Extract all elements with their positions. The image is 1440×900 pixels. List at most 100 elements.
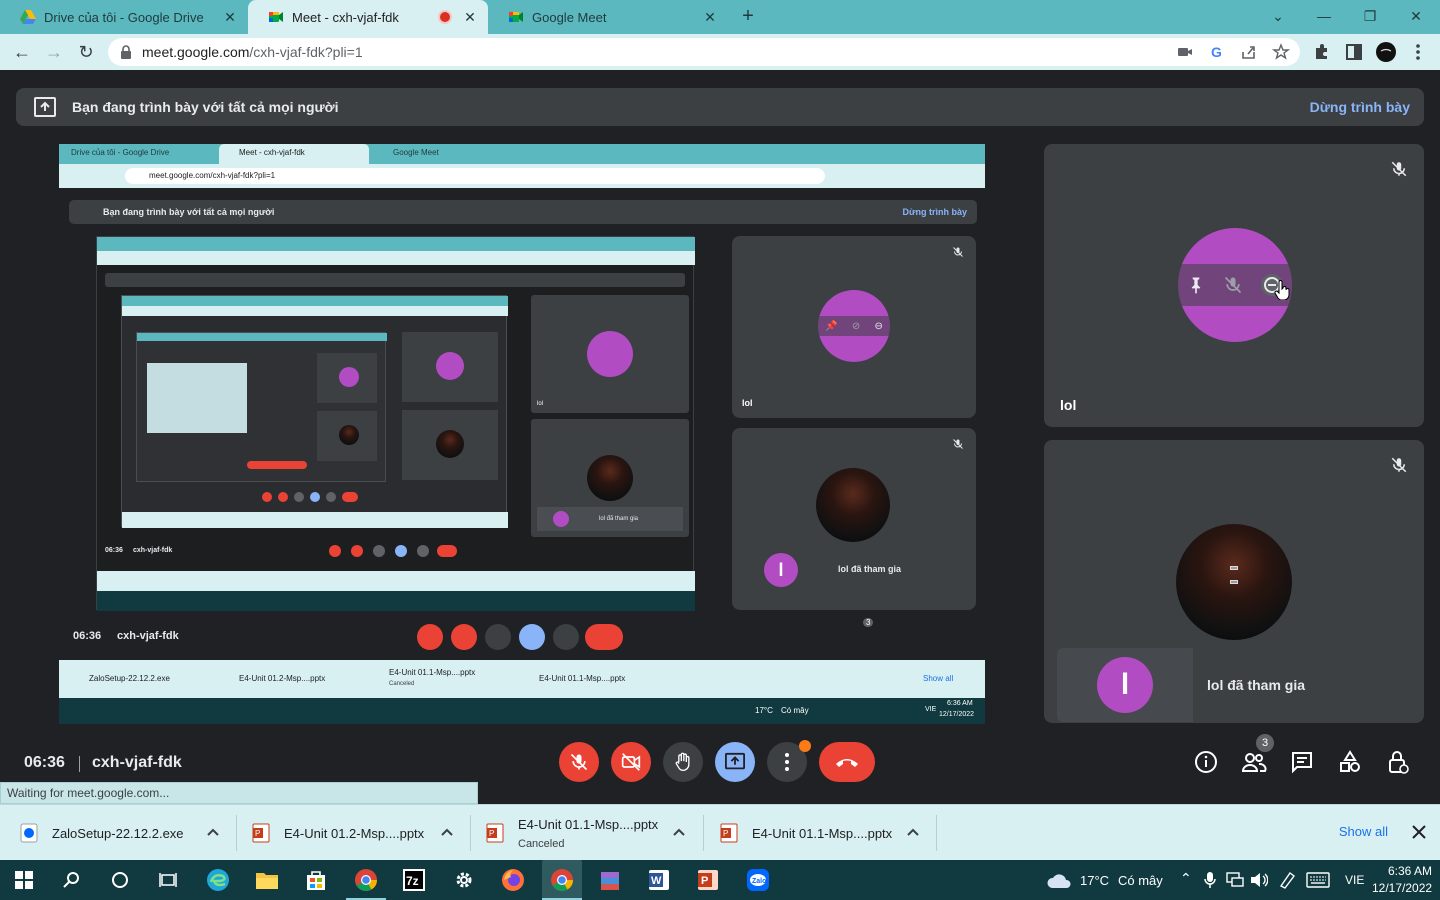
svg-text:P: P (723, 829, 728, 838)
share-icon[interactable] (1240, 43, 1258, 61)
chevron-up-icon[interactable] (906, 825, 920, 839)
nested2-banner (105, 273, 685, 287)
nested3-toolbar (122, 306, 508, 316)
firefox-icon[interactable] (499, 866, 527, 894)
close-tab-icon[interactable]: ✕ (702, 9, 718, 25)
winrar-icon[interactable] (596, 866, 624, 894)
camera-toggle-button[interactable] (611, 742, 651, 782)
nested3-downloads (122, 512, 508, 528)
microphone-toggle-button[interactable] (559, 742, 599, 782)
participant-tile-space[interactable]: l lol đã tham gia (1044, 440, 1424, 723)
7zip-icon[interactable]: 7z (400, 866, 428, 894)
volume-icon[interactable] (1250, 872, 1268, 888)
meeting-details-button[interactable] (1192, 748, 1220, 776)
zalo-icon[interactable]: Zalo (744, 866, 772, 894)
bookmark-star-icon[interactable] (1272, 43, 1290, 61)
clock-date[interactable]: 12/17/2022 (1372, 881, 1432, 895)
chrome-active-window[interactable] (542, 860, 582, 900)
tab-google-meet[interactable]: Google Meet ✕ (488, 0, 728, 34)
side-panel-icon[interactable] (1344, 42, 1364, 62)
microphone-tray-icon[interactable] (1204, 871, 1216, 889)
more-options-button[interactable] (767, 740, 811, 782)
windows-start-icon[interactable] (10, 866, 38, 894)
tab-meet-active[interactable]: Meet - cxh-vjaf-fdk ✕ (248, 0, 488, 34)
nested-stop-presenting: Dừng trình bày (902, 207, 967, 217)
settings-gear-icon[interactable] (450, 866, 478, 894)
participant-tile-lol[interactable]: lol (1044, 144, 1424, 427)
download-status: Canceled (518, 837, 565, 850)
host-lock-icon (1389, 751, 1409, 774)
word-icon[interactable]: W (645, 866, 673, 894)
nested-presenting-text: Bạn đang trình bày với tất cả mọi người (103, 207, 275, 217)
host-controls-button[interactable] (1384, 748, 1412, 776)
more-options-icon[interactable] (1408, 42, 1428, 62)
show-hidden-icons-chevron-icon[interactable]: ⌃ (1180, 870, 1192, 887)
download-item[interactable]: ZaloSetup-22.12.2.exe (20, 805, 232, 861)
camera-in-use-icon[interactable] (1176, 43, 1194, 61)
download-item[interactable]: P E4-Unit 01.2-Msp....pptx (252, 805, 464, 861)
download-filename: E4-Unit 01.1-Msp....pptx (752, 825, 893, 841)
weather-temperature[interactable]: 17°C (1080, 873, 1109, 888)
nested3-present-btn (310, 492, 320, 502)
stop-presenting-button[interactable]: Dừng trình bày (1310, 99, 1410, 115)
google-translate-icon[interactable]: G (1208, 43, 1226, 61)
activities-button[interactable] (1336, 748, 1364, 776)
extensions-puzzle-icon[interactable] (1312, 42, 1332, 62)
tab-title: Drive của tôi - Google Drive (44, 9, 204, 25)
close-downloads-icon[interactable] (1410, 823, 1428, 841)
nested-shared-screen: lol lol đã tham gia 06:36 cxh-vjaf-fdk (96, 236, 695, 611)
mute-participant-icon[interactable] (1223, 275, 1243, 295)
forward-arrow-icon[interactable]: → (42, 40, 66, 64)
microsoft-store-icon[interactable] (302, 866, 330, 894)
pptx-file-icon: P (252, 823, 270, 843)
address-bar[interactable]: meet.google.com/cxh-vjaf-fdk?pli=1 G (108, 38, 1300, 66)
shared-screen: Drive của tôi - Google Drive Meet - cxh-… (59, 144, 985, 724)
powerpoint-icon[interactable]: P (694, 866, 722, 894)
new-tab-button[interactable]: + (736, 5, 760, 27)
chat-button[interactable] (1288, 748, 1316, 776)
edge-browser-icon[interactable] (204, 866, 232, 894)
chevron-up-icon[interactable] (440, 825, 454, 839)
people-button[interactable]: 3 (1240, 734, 1274, 776)
cortana-icon[interactable] (106, 866, 134, 894)
lock-icon[interactable] (120, 45, 132, 59)
chevron-up-icon[interactable] (206, 825, 220, 839)
chevron-up-icon[interactable] (672, 825, 686, 839)
network-icon[interactable] (1226, 872, 1244, 888)
search-icon[interactable] (58, 866, 86, 894)
raise-hand-button[interactable] (663, 742, 703, 782)
download-item[interactable]: P E4-Unit 01.1-Msp....pptx (720, 805, 932, 861)
people-icon (1241, 753, 1267, 772)
minimize-window-icon[interactable]: — (1312, 5, 1336, 27)
back-arrow-icon[interactable]: ← (10, 40, 34, 64)
present-now-button[interactable] (715, 742, 755, 782)
chrome-icon[interactable] (352, 866, 380, 894)
input-language[interactable]: VIE (1345, 873, 1364, 887)
task-view-icon[interactable] (154, 866, 182, 894)
weather-condition[interactable]: Có mây (1118, 873, 1163, 888)
reload-icon[interactable]: ↻ (74, 40, 98, 64)
file-explorer-icon[interactable] (253, 866, 281, 894)
tab-search-chevron-icon[interactable]: ⌄ (1266, 5, 1290, 27)
restore-window-icon[interactable]: ❐ (1358, 5, 1382, 27)
remove-icon: ⊖ (874, 320, 883, 332)
touch-keyboard-icon[interactable] (1306, 872, 1330, 888)
profile-avatar[interactable] (1376, 42, 1396, 62)
weather-cloud-icon[interactable] (1046, 872, 1074, 890)
show-all-downloads-link[interactable]: Show all (1339, 824, 1388, 839)
meet-stage: Bạn đang trình bày với tất cả mọi người … (0, 70, 1440, 810)
pin-icon[interactable] (1186, 275, 1206, 295)
pen-ink-icon[interactable] (1278, 871, 1296, 889)
tab-google-drive[interactable]: Drive của tôi - Google Drive ✕ (0, 0, 248, 34)
clock-time[interactable]: 6:36 AM (1380, 864, 1432, 878)
close-window-icon[interactable]: ✕ (1404, 5, 1428, 27)
notification-dot-icon (799, 740, 811, 752)
close-tab-icon[interactable]: ✕ (222, 9, 238, 25)
nested-dl-2: E4-Unit 01.2-Msp....pptx (239, 674, 326, 683)
close-tab-icon[interactable]: ✕ (462, 9, 478, 25)
nested-tile-lol: 📌 ⊘ ⊖ lol (732, 236, 976, 418)
raise-hand-icon (675, 752, 690, 772)
download-item[interactable]: P E4-Unit 01.1-Msp....pptx Canceled (486, 805, 698, 861)
leave-call-button[interactable] (819, 742, 875, 782)
muted-mic-icon (953, 247, 963, 257)
